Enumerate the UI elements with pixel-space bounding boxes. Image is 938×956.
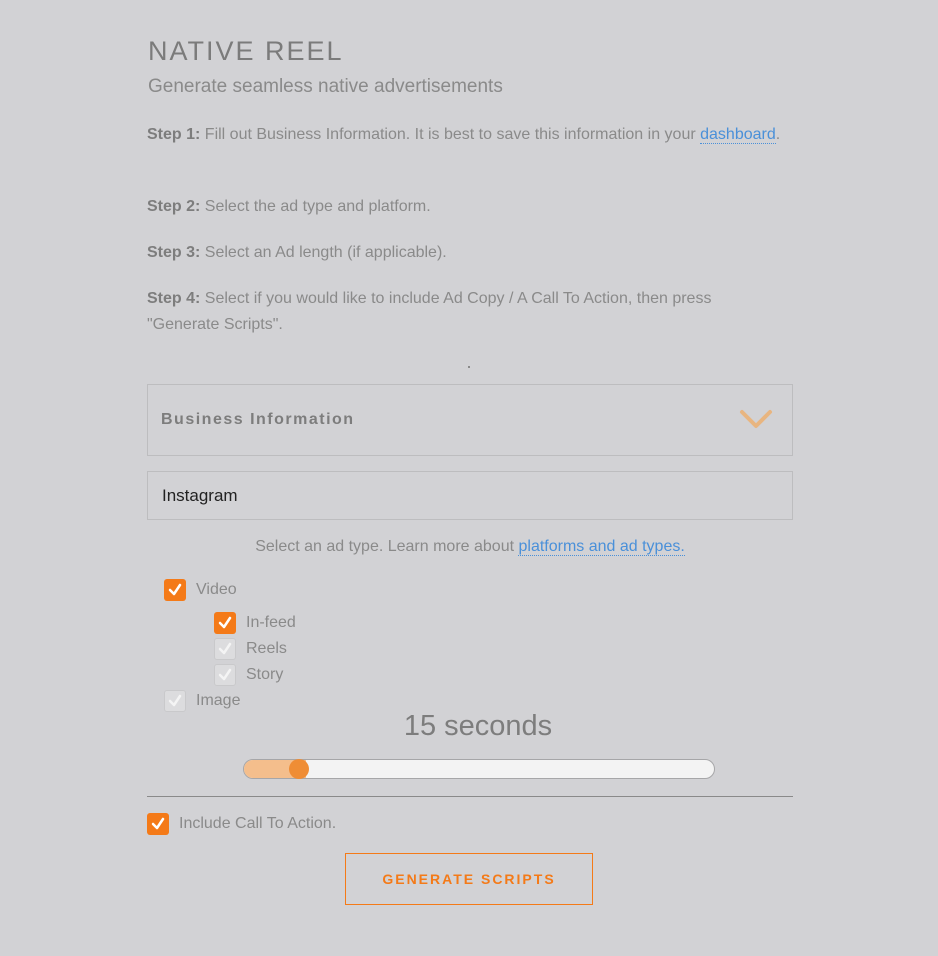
check-icon (168, 694, 182, 707)
checkbox-in-feed-box[interactable] (214, 612, 236, 634)
ad-length-label: 15 seconds (403, 710, 553, 742)
dashboard-link[interactable]: dashboard (700, 126, 776, 144)
checkbox-reels-box[interactable] (214, 638, 236, 660)
check-icon (151, 817, 165, 830)
step-2-text: Select the ad type and platform. (200, 198, 431, 215)
checkbox-reels-label: Reels (246, 640, 287, 657)
page-subtitle: Generate seamless native advertisements (148, 76, 503, 97)
step-2: Step 2: Select the ad type and platform. (147, 194, 787, 220)
checkbox-include-cta[interactable]: Include Call To Action. (147, 812, 336, 836)
generate-scripts-button[interactable]: GENERATE SCRIPTS (345, 853, 593, 905)
checkbox-story[interactable]: Story (214, 663, 283, 687)
checkbox-in-feed[interactable]: In-feed (214, 611, 296, 635)
step-2-label: Step 2: (147, 198, 201, 215)
separator-dot (468, 366, 470, 368)
check-icon (218, 616, 232, 629)
checkbox-video-label: Video (196, 581, 237, 598)
page-title: NATIVE REEL (148, 36, 344, 66)
checkbox-image-label: Image (196, 692, 241, 709)
divider (147, 796, 793, 797)
checkbox-reels[interactable]: Reels (214, 637, 287, 661)
platform-select[interactable]: Instagram (147, 471, 793, 520)
step-4-label: Step 4: (147, 290, 201, 307)
platform-selected-value: Instagram (162, 486, 238, 505)
checkbox-image-box[interactable] (164, 690, 186, 712)
ad-type-hint: Select an ad type. Learn more about plat… (147, 538, 793, 556)
step-4-text: Select if you would like to include Ad C… (147, 290, 712, 333)
platforms-ad-types-link[interactable]: platforms and ad types. (518, 538, 685, 556)
checkbox-video[interactable]: Video (164, 578, 237, 602)
checkbox-include-cta-label: Include Call To Action. (179, 815, 337, 832)
checkbox-story-box[interactable] (214, 664, 236, 686)
slider-thumb[interactable] (289, 759, 309, 779)
step-1: Step 1: Fill out Business Information. I… (147, 122, 787, 148)
business-information-label: Business Information (161, 411, 355, 428)
step-1-label: Step 1: (147, 126, 201, 143)
chevron-down-icon[interactable] (738, 407, 774, 431)
check-icon (218, 642, 232, 655)
step-3-label: Step 3: (147, 244, 201, 261)
ad-length-slider[interactable] (243, 759, 715, 779)
checkbox-in-feed-label: In-feed (246, 614, 296, 631)
step-3-text: Select an Ad length (if applicable). (200, 244, 447, 261)
check-icon (168, 583, 182, 596)
checkbox-video-box[interactable] (164, 579, 186, 601)
ad-type-hint-text: Select an ad type. Learn more about (255, 538, 519, 555)
check-icon (218, 668, 232, 681)
checkbox-story-label: Story (246, 666, 284, 683)
step-4: Step 4: Select if you would like to incl… (147, 286, 787, 338)
step-1-tail: . (775, 126, 781, 143)
business-information-accordion[interactable]: Business Information (147, 384, 793, 456)
checkbox-include-cta-box[interactable] (147, 813, 169, 835)
step-3: Step 3: Select an Ad length (if applicab… (147, 240, 787, 266)
step-1-text: Fill out Business Information. It is bes… (200, 126, 701, 143)
